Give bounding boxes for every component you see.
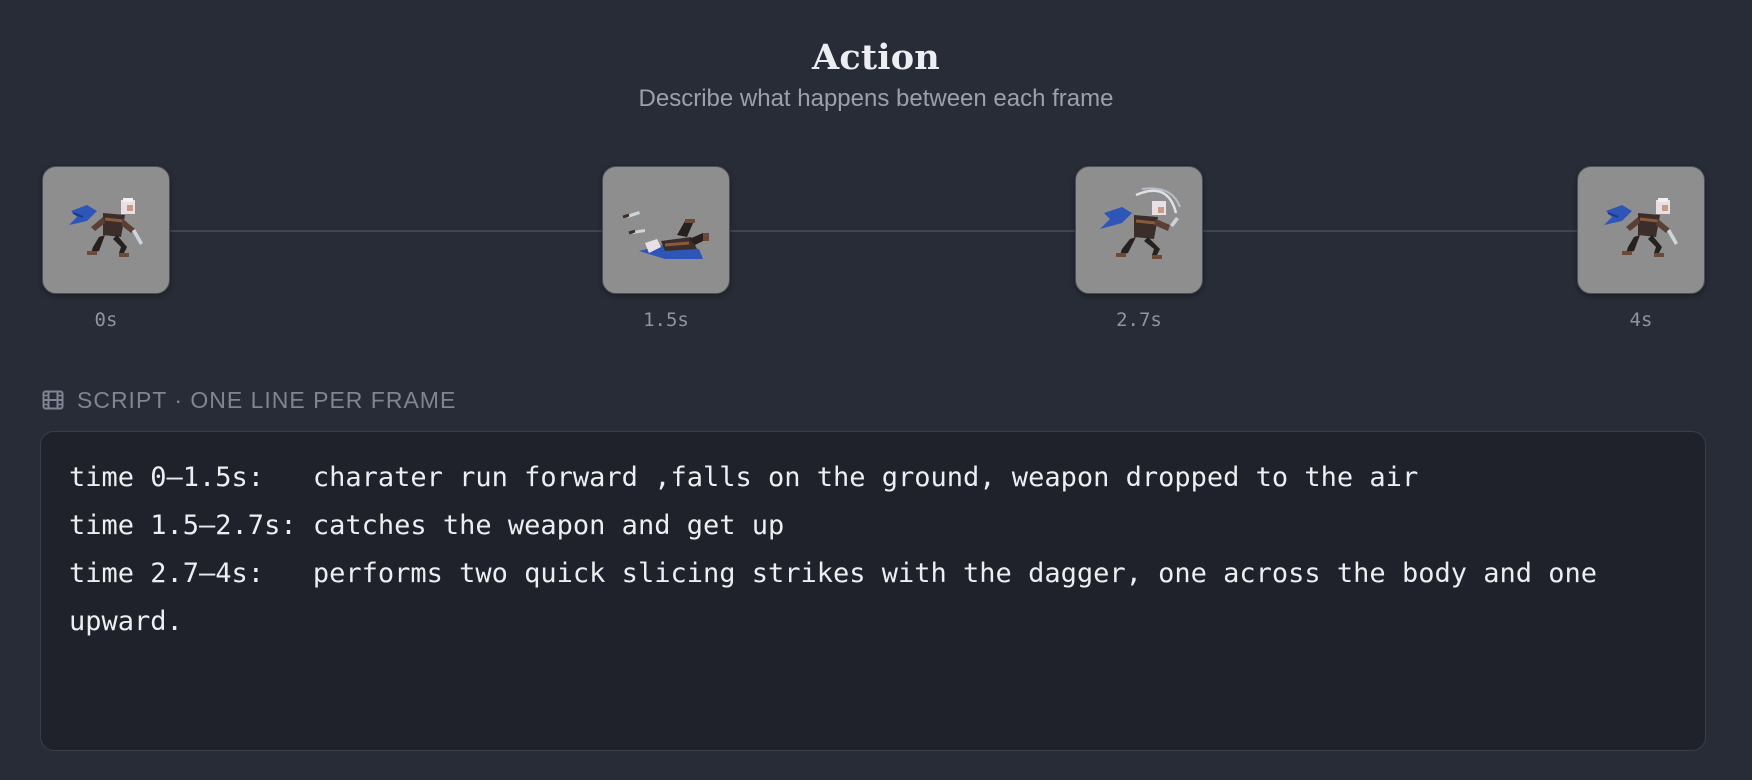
timeline-frame[interactable]: 1.5s xyxy=(602,166,730,332)
frame-thumbnail[interactable] xyxy=(1577,166,1705,294)
frame-time-label: 1.5s xyxy=(643,309,689,331)
timeline-frame[interactable]: 2.7s xyxy=(1075,166,1203,332)
script-line: time 0–1.5s: charater run forward ,falls… xyxy=(69,462,1419,493)
script-line: time 2.7–4s: performs two quick slicing … xyxy=(69,558,1614,637)
frame-time-label: 4s xyxy=(1629,309,1653,331)
script-section-label: SCRIPT · ONE LINE PER FRAME xyxy=(42,384,456,416)
timeline-frame[interactable]: 4s xyxy=(1577,166,1705,332)
frame-thumbnail[interactable] xyxy=(42,166,170,294)
running-character-icon xyxy=(69,198,143,257)
frame-thumbnail[interactable] xyxy=(1075,166,1203,294)
slashing-character-icon xyxy=(1100,187,1181,259)
film-icon xyxy=(42,389,64,411)
timeline-frame[interactable]: 0s xyxy=(42,166,170,332)
fallen-character-icon xyxy=(622,211,709,259)
script-label-text: SCRIPT · ONE LINE PER FRAME xyxy=(77,386,457,413)
script-textarea[interactable]: time 0–1.5s: charater run forward ,falls… xyxy=(40,431,1706,751)
frame-thumbnail[interactable] xyxy=(602,166,730,294)
timeline-track xyxy=(106,230,1641,232)
frame-timeline: 0s 1.5s 2.7s 4s xyxy=(0,0,1752,340)
running-character-icon xyxy=(1604,198,1678,257)
frame-time-label: 2.7s xyxy=(1116,309,1162,331)
frame-time-label: 0s xyxy=(94,309,118,331)
script-line: time 1.5–2.7s: catches the weapon and ge… xyxy=(69,510,785,541)
